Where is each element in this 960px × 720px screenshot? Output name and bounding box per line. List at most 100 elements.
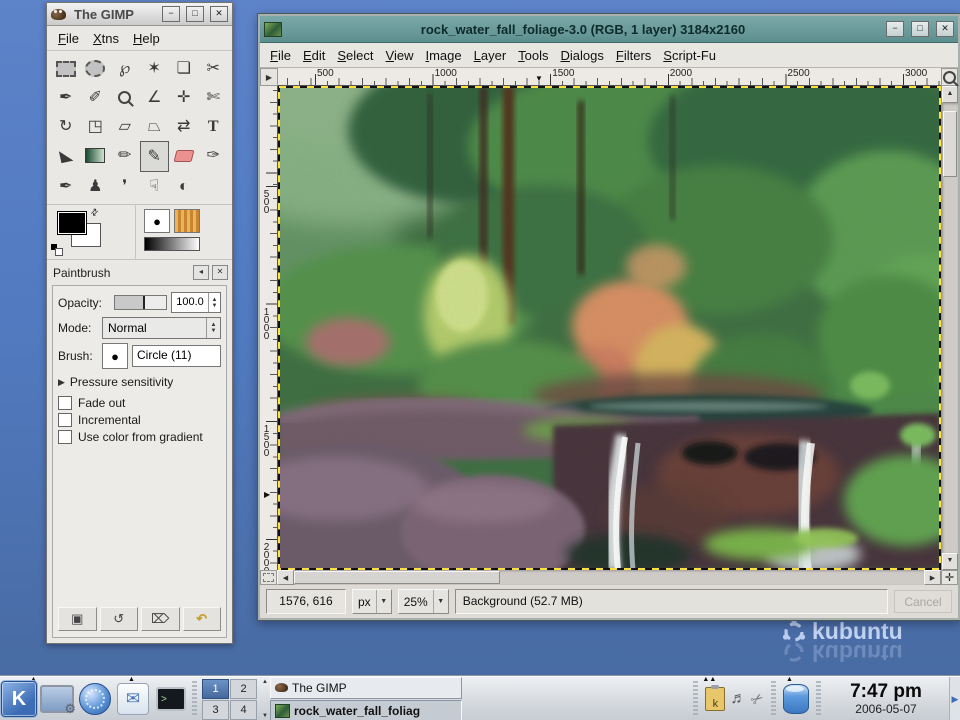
tool-scale[interactable]: ◳ [81,112,111,141]
active-gradient-preview[interactable] [144,237,200,251]
tool-fuzzy-select[interactable]: ✶ [140,54,170,83]
image-maximize-button[interactable]: □ [911,21,929,37]
tool-airbrush[interactable]: ✑ [199,141,229,170]
scroll-left-icon[interactable]: ◀ [277,570,294,585]
image-titlebar[interactable]: rock_water_fall_foliage-3.0 (RGB, 1 laye… [260,16,958,43]
checkbox-box-icon[interactable] [58,396,72,410]
checkbox-box-icon[interactable] [58,413,72,427]
horizontal-scroll-thumb[interactable] [294,571,500,584]
restore-options-button[interactable]: ↺ [100,607,139,631]
menu-tools[interactable]: Tools [512,46,554,65]
scroll-down-icon[interactable]: ▼ [942,553,958,570]
swap-colors-icon[interactable]: ⇄ [88,206,101,219]
save-options-button[interactable]: ▣ [58,607,97,631]
toolbox-titlebar[interactable]: The GIMP − □ ✕ [47,3,232,26]
tool-convolve[interactable]: ❜ [110,172,140,201]
taskbar-scroll-arrows[interactable]: ▲▼ [260,678,270,720]
checkbox-fade-out[interactable]: Fade out [58,396,221,410]
tool-color-picker[interactable]: ✐ [81,83,111,112]
taskbar-task-rock-water-fall-foliag[interactable]: rock_water_fall_foliag [270,700,462,720]
applet-handle[interactable] [771,681,776,717]
tool-paths[interactable]: ✒ [51,83,81,112]
tool-dodge-burn[interactable]: ◐ [169,172,199,201]
pressure-sensitivity-expander[interactable]: ▶ Pressure sensitivity [58,375,221,389]
menu-help[interactable]: Help [126,29,167,48]
konsole-button[interactable] [152,679,190,719]
pager-desktop-4[interactable]: 4 [230,700,257,720]
tool-text[interactable]: T [199,112,229,141]
menu-file[interactable]: File [51,29,86,48]
horizontal-ruler[interactable]: ▼ 50010001500200025003000 [278,68,941,86]
applet-handle[interactable] [693,681,698,717]
tool-pencil[interactable]: ✏ [110,141,140,170]
panel-hide-button[interactable]: ▶ [949,677,960,720]
tool-eraser[interactable] [169,141,199,170]
tool-smudge[interactable]: ☟ [140,172,170,201]
menu-image[interactable]: Image [419,46,467,65]
cancel-button[interactable]: Cancel [894,590,952,613]
menu-select[interactable]: Select [331,46,379,65]
dock-arrow-button[interactable]: ◂ [193,265,209,280]
image-minimize-button[interactable]: − [886,21,904,37]
tool-flip[interactable]: ⇄ [169,112,199,141]
konqueror-button[interactable] [76,679,114,719]
tool-ellipse-select[interactable] [81,54,111,83]
tool-move[interactable]: ✛ [169,83,199,112]
klipper-tray-icon[interactable] [705,687,725,711]
mode-select[interactable]: Normal ▲▼ [102,317,221,339]
dock-close-button[interactable]: ✕ [212,265,228,280]
opacity-spinner[interactable]: 100.0 ▲▼ [171,292,221,313]
minimize-button[interactable]: − [162,6,180,22]
scroll-right-icon[interactable]: ▶ [924,570,941,585]
maximize-button[interactable]: □ [186,6,204,22]
menu-layer[interactable]: Layer [468,46,513,65]
vertical-ruler[interactable]: ▶ 500100015002000 [260,86,278,570]
menu-dialogs[interactable]: Dialogs [555,46,610,65]
tool-ink[interactable]: ✒ [51,172,81,201]
system-button[interactable] [38,679,76,719]
menu-arrow-button[interactable]: ▶ [260,68,278,86]
brush-preview-button[interactable]: ● [102,343,128,369]
horizontal-scroll-track[interactable] [294,570,924,585]
menu-scriptfu[interactable]: Script-Fu [657,46,722,65]
default-colors-icon[interactable] [51,244,63,255]
kontact-button[interactable] [114,679,152,719]
pager-desktop-1[interactable]: 1 [202,679,229,699]
reset-options-button[interactable]: ↶ [183,607,222,631]
scissors-tray-icon[interactable] [747,688,768,710]
tool-rect-select[interactable] [51,54,81,83]
image-close-button[interactable]: ✕ [936,21,954,37]
pager-desktop-3[interactable]: 3 [202,700,229,720]
foreground-color-swatch[interactable] [57,211,87,235]
delete-options-button[interactable]: ⌦ [141,607,180,631]
opacity-slider[interactable] [114,295,167,310]
close-button[interactable]: ✕ [210,6,228,22]
brush-name[interactable]: Circle (11) [132,345,221,367]
tool-shear[interactable]: ▱ [110,112,140,141]
menu-edit[interactable]: Edit [297,46,331,65]
active-brush-preview[interactable]: ● [144,209,170,233]
menu-file[interactable]: File [264,46,297,65]
spinner-arrows-icon[interactable]: ▲▼ [208,293,220,312]
applet-handle[interactable] [192,681,197,717]
vertical-scrollbar[interactable]: ▲ ▼ [941,86,958,570]
image-canvas[interactable] [278,86,941,570]
navigation-button[interactable]: ✛ [941,570,958,585]
clock[interactable]: 7:47 pm 2006-05-07 [823,682,949,716]
checkbox-use-color-from-gradient[interactable]: Use color from gradient [58,430,221,444]
tool-rotate[interactable]: ↻ [51,112,81,141]
quick-mask-toggle[interactable] [260,570,277,585]
zoom-image-button[interactable] [941,68,958,86]
tool-free-select[interactable]: ℘ [110,54,140,83]
kmenu-button[interactable] [0,679,38,719]
tool-crop[interactable]: ✄ [199,83,229,112]
tool-paintbrush[interactable]: ✎ [140,141,170,172]
active-pattern-preview[interactable] [174,209,200,233]
vertical-scroll-track[interactable] [942,103,958,553]
taskbar-task-the-gimp[interactable]: The GIMP [270,677,462,699]
menu-filters[interactable]: Filters [610,46,657,65]
tool-select-by-color[interactable]: ❏ [169,54,199,83]
checkbox-incremental[interactable]: Incremental [58,413,221,427]
menu-view[interactable]: View [380,46,420,65]
tool-magnify[interactable] [110,83,140,112]
